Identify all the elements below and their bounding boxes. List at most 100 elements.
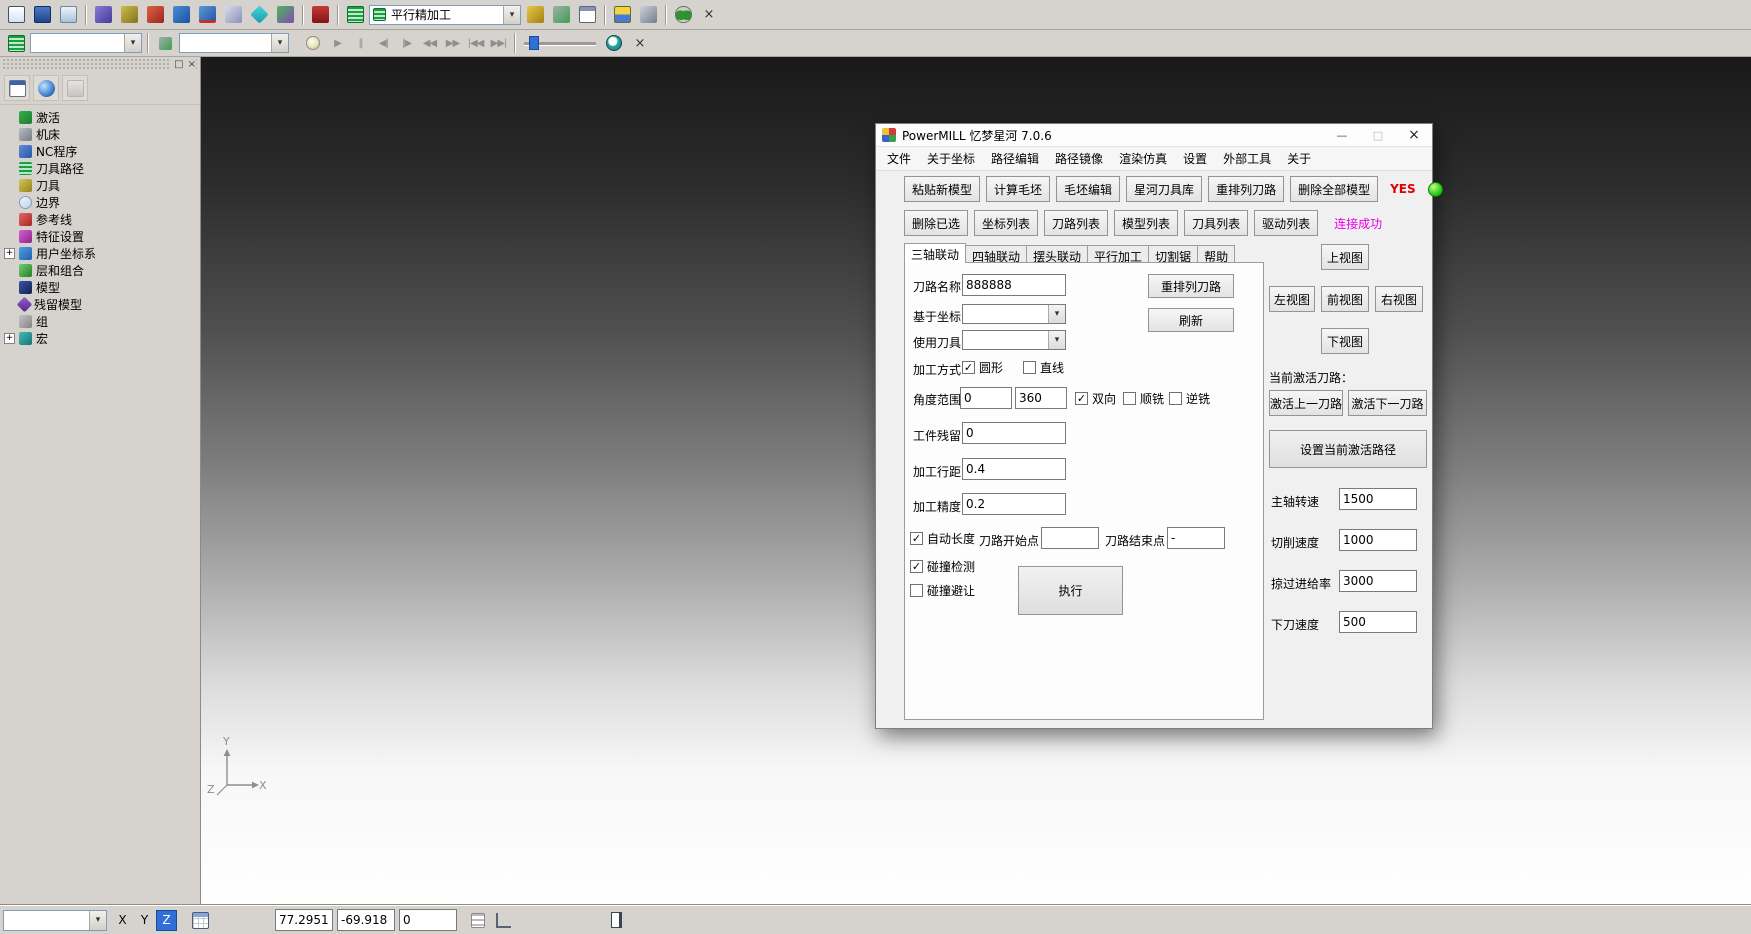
coordinate-y-input[interactable] — [337, 909, 395, 931]
tree-item-models[interactable]: 模型 — [0, 279, 200, 296]
pause-icon[interactable]: ‖ — [350, 32, 371, 54]
front-view-button[interactable]: 前视图 — [1321, 286, 1369, 312]
workplane-icon[interactable] — [169, 3, 193, 27]
close-icon[interactable]: × — [1396, 124, 1432, 146]
dock-icon[interactable]: □ — [174, 59, 183, 70]
bidirectional-checkbox[interactable]: ✓ 双向 — [1075, 390, 1116, 407]
coordinate-z-input[interactable] — [399, 909, 457, 931]
tree-item-tools[interactable]: 刀具 — [0, 177, 200, 194]
tree-item-boundaries[interactable]: 边界 — [0, 194, 200, 211]
machine-icon[interactable] — [549, 3, 573, 27]
delete-selected-button[interactable]: 删除已选 — [904, 210, 968, 236]
simulation-tool-combobox[interactable]: ▾ — [179, 33, 289, 53]
panel-grip[interactable]: □ × — [2, 58, 198, 71]
activate-next-toolpath-button[interactable]: 激活下一刀路 — [1348, 390, 1427, 416]
left-view-button[interactable]: 左视图 — [1269, 286, 1315, 312]
coord-list-button[interactable]: 坐标列表 — [974, 210, 1038, 236]
drive-list-button[interactable]: 驱动列表 — [1254, 210, 1318, 236]
simulation-toolpath-combobox[interactable]: ▾ — [30, 33, 142, 53]
menu-path-edit[interactable]: 路径编辑 — [983, 147, 1047, 170]
step-back-icon[interactable]: ◀| — [373, 32, 394, 54]
toolbar-close-icon[interactable]: × — [628, 31, 652, 55]
angle-end-input[interactable] — [1015, 387, 1067, 409]
tree-item-nc-programs[interactable]: NC程序 — [0, 143, 200, 160]
menu-file[interactable]: 文件 — [879, 147, 919, 170]
tab-3axis[interactable]: 三轴联动 — [904, 243, 966, 263]
minimize-icon[interactable]: — — [1324, 124, 1360, 146]
globe-icon[interactable] — [33, 75, 59, 101]
pattern-icon[interactable] — [143, 3, 167, 27]
expand-icon[interactable]: + — [4, 333, 15, 344]
statusbar-combobox[interactable]: ▾ — [3, 910, 107, 931]
tree-item-stock-models[interactable]: 残留模型 — [0, 296, 200, 313]
shield-icon[interactable] — [62, 75, 88, 101]
chevron-down-icon[interactable]: ▾ — [1048, 331, 1065, 349]
fast-forward-icon[interactable]: ▶▶ — [442, 32, 463, 54]
save-icon[interactable] — [30, 3, 54, 27]
top-view-button[interactable]: 上视图 — [1321, 244, 1369, 270]
collision-check-checkbox[interactable]: ✓ 碰撞检测 — [910, 558, 975, 575]
rearrange-button[interactable]: 重排列刀路 — [1148, 274, 1234, 298]
block-icon[interactable] — [91, 3, 115, 27]
end-point-input[interactable] — [1167, 527, 1225, 549]
tool-list-button[interactable]: 刀具列表 — [1184, 210, 1248, 236]
edit-tools-icon[interactable] — [636, 3, 660, 27]
refresh-button[interactable]: 刷新 — [1148, 308, 1234, 332]
coordinate-x-input[interactable] — [275, 909, 333, 931]
tree-item-toolpaths[interactable]: 刀具路径 — [0, 160, 200, 177]
grid-view-icon[interactable] — [188, 908, 212, 932]
draw-pad-icon[interactable] — [466, 908, 490, 932]
spindle-speed-input[interactable] — [1339, 488, 1417, 510]
tree-item-workplanes[interactable]: +用户坐标系 — [0, 245, 200, 262]
simulation-speed-slider[interactable] — [524, 34, 596, 52]
tool-select[interactable]: ▾ — [962, 330, 1066, 350]
start-point-input[interactable] — [1041, 527, 1099, 549]
boundary-icon[interactable] — [117, 3, 141, 27]
curve-editor-icon[interactable] — [195, 3, 219, 27]
execute-button[interactable]: 执行 — [1018, 566, 1123, 615]
climb-milling-checkbox[interactable]: 顺铣 — [1123, 390, 1164, 407]
step-forward-icon[interactable]: |▶ — [396, 32, 417, 54]
menu-path-mirror[interactable]: 路径镜像 — [1047, 147, 1111, 170]
tab-4axis[interactable]: 四轴联动 — [965, 245, 1027, 263]
model-list-button[interactable]: 模型列表 — [1114, 210, 1178, 236]
go-to-start-icon[interactable]: |◀◀ — [465, 32, 486, 54]
chevron-down-icon[interactable]: ▾ — [89, 911, 106, 930]
search-icon[interactable] — [671, 3, 695, 27]
statistics-icon[interactable] — [610, 3, 634, 27]
tree-item-macros[interactable]: +宏 — [0, 330, 200, 347]
right-view-button[interactable]: 右视图 — [1375, 286, 1423, 312]
tree-item-patterns[interactable]: 参考线 — [0, 211, 200, 228]
collision-avoid-checkbox[interactable]: 碰撞避让 — [910, 582, 975, 599]
axes-icon[interactable] — [491, 908, 515, 932]
tool-mint-icon[interactable] — [153, 31, 177, 55]
bottom-view-button[interactable]: 下视图 — [1321, 328, 1369, 354]
y-axis-button[interactable]: Y — [134, 910, 155, 931]
toolbar-close-icon[interactable]: × — [697, 3, 721, 27]
tree-item-activate[interactable]: 激活 — [0, 109, 200, 126]
feature-icon[interactable] — [273, 3, 297, 27]
rearrange-toolpath-button[interactable]: 重排列刀路 — [1208, 176, 1284, 202]
tolerance-input[interactable] — [962, 493, 1066, 515]
stock-allowance-input[interactable] — [962, 422, 1066, 444]
explorer-tree-icon[interactable] — [4, 75, 30, 101]
new-model-icon[interactable] — [4, 3, 28, 27]
menu-external-tools[interactable]: 外部工具 — [1215, 147, 1279, 170]
menu-render-sim[interactable]: 渲染仿真 — [1111, 147, 1175, 170]
skim-feed-input[interactable] — [1339, 570, 1417, 592]
expand-icon[interactable]: + — [4, 248, 15, 259]
set-active-path-button[interactable]: 设置当前激活路径 — [1269, 430, 1427, 468]
line-method-checkbox[interactable]: 直线 — [1023, 359, 1064, 376]
tree-item-groups[interactable]: 组 — [0, 313, 200, 330]
tool-hammer-icon[interactable] — [523, 3, 547, 27]
measure-icon[interactable] — [247, 3, 271, 27]
tree-item-machine[interactable]: 机床 — [0, 126, 200, 143]
menu-coords[interactable]: 关于坐标 — [919, 147, 983, 170]
maximize-icon[interactable]: □ — [1360, 124, 1396, 146]
chevron-down-icon[interactable]: ▾ — [271, 34, 288, 52]
tab-help[interactable]: 帮助 — [1197, 245, 1235, 263]
cutting-feed-input[interactable] — [1339, 529, 1417, 551]
chevron-down-icon[interactable]: ▾ — [503, 6, 520, 24]
tree-item-feature-sets[interactable]: 特征设置 — [0, 228, 200, 245]
paste-new-model-button[interactable]: 粘贴新模型 — [904, 176, 980, 202]
